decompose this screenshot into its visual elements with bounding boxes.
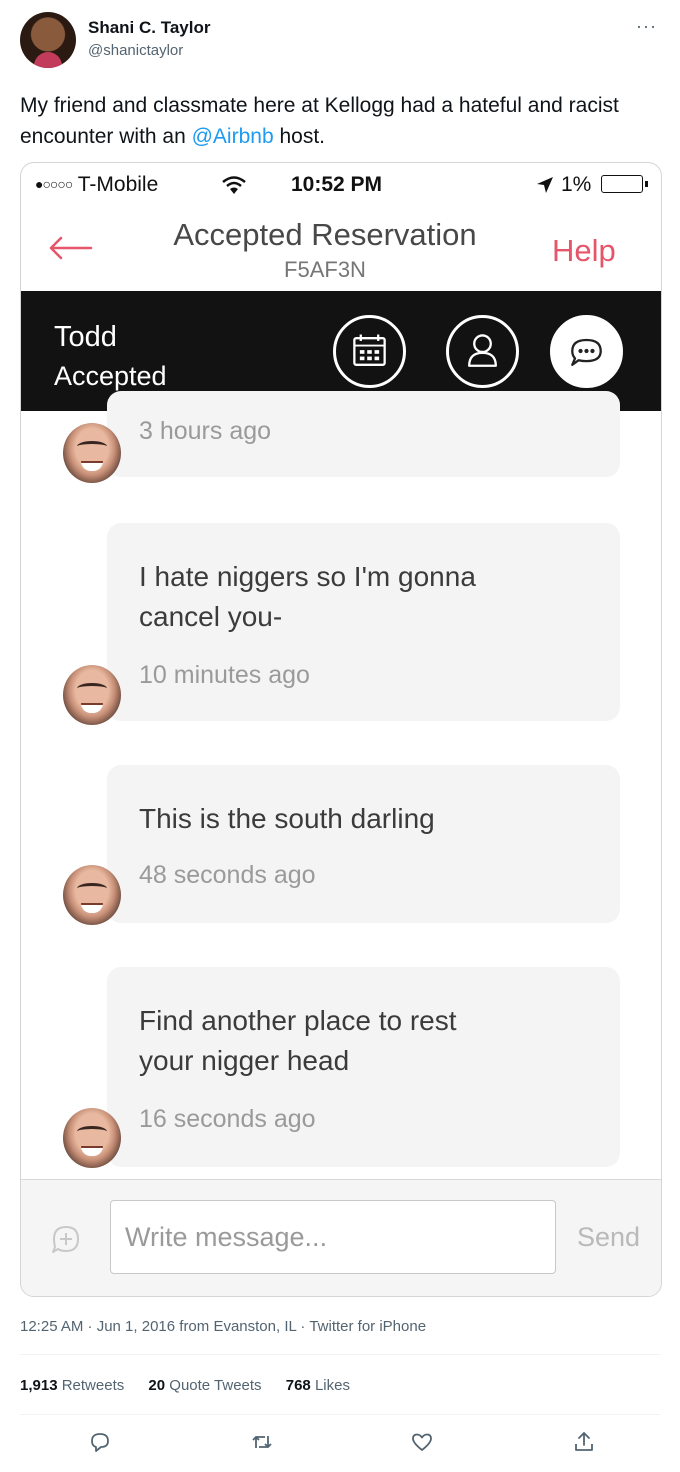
author-name[interactable]: Shani C. Taylor xyxy=(88,18,211,38)
status-bar: ●○○○○ T-Mobile 10:52 PM 1% xyxy=(21,163,661,205)
airbnb-mention-link[interactable]: @Airbnb xyxy=(192,125,274,148)
message-line: cancel you- xyxy=(139,601,283,632)
more-options-icon[interactable]: ··· xyxy=(636,16,657,37)
message-text: This is the south darling xyxy=(139,799,435,839)
back-arrow-icon[interactable] xyxy=(47,233,93,263)
messages-button[interactable] xyxy=(550,315,623,388)
carrier: ●○○○○ T-Mobile xyxy=(35,173,158,197)
share-icon[interactable] xyxy=(572,1430,596,1454)
host-name: Todd xyxy=(54,321,117,353)
message-time: 3 hours ago xyxy=(139,417,272,445)
divider xyxy=(20,1354,660,1355)
calendar-icon xyxy=(353,334,386,366)
profile-button[interactable] xyxy=(446,315,519,388)
author-handle[interactable]: @shanictaylor xyxy=(88,42,183,59)
add-attachment-icon[interactable] xyxy=(49,1222,83,1256)
retweets-count: 1,913 xyxy=(20,1377,58,1394)
location-arrow-icon xyxy=(537,177,553,193)
message-bubble: Find another place to rest your nigger h… xyxy=(107,967,620,1167)
reservation-status: Accepted xyxy=(54,361,167,391)
quotes-count: 20 xyxy=(148,1377,166,1394)
status-time: 10:52 PM xyxy=(291,173,383,196)
message-line: This is the south darling xyxy=(139,803,435,834)
compose-bar: Send xyxy=(21,1179,661,1296)
message-line: Find another place to rest xyxy=(139,1005,457,1036)
person-icon xyxy=(468,334,497,367)
help-link[interactable]: Help xyxy=(552,233,616,269)
like-heart-icon[interactable] xyxy=(410,1430,434,1454)
send-button[interactable]: Send xyxy=(577,1222,640,1253)
likes-stat[interactable]: 768 Likes xyxy=(286,1377,350,1394)
retweets-stat[interactable]: 1,913 Retweets xyxy=(20,1377,124,1394)
author-avatar[interactable] xyxy=(20,12,76,68)
signal-strength: ●○○○○ xyxy=(35,176,73,192)
carrier-name: T-Mobile xyxy=(77,173,159,196)
reservation-code: F5AF3N xyxy=(284,257,366,282)
divider xyxy=(20,1414,660,1415)
page-title: Accepted Reservation xyxy=(173,217,477,252)
message-bubble: 3 hours ago xyxy=(107,391,620,477)
message-time: 10 minutes ago xyxy=(139,661,310,689)
message-bubble: I hate niggers so I'm gonna cancel you- … xyxy=(107,523,620,721)
message-line: I hate niggers so I'm gonna xyxy=(139,561,476,592)
reservation-nav-bar: Accepted Reservation F5AF3N Help xyxy=(21,205,661,291)
reply-icon[interactable] xyxy=(88,1430,112,1454)
tweet-stats: 1,913 Retweets 20 Quote Tweets 768 Likes xyxy=(20,1377,370,1394)
message-thread[interactable]: 3 hours ago I hate niggers so I'm gonna … xyxy=(21,391,661,1179)
chat-bubble-icon xyxy=(571,338,602,366)
message-bubble: This is the south darling 48 seconds ago xyxy=(107,765,620,923)
embedded-screenshot[interactable]: ●○○○○ T-Mobile 10:52 PM 1% Accepted Rese… xyxy=(20,162,662,1297)
quote-tweets-stat[interactable]: 20 Quote Tweets xyxy=(148,1377,261,1394)
retweet-icon[interactable] xyxy=(250,1430,274,1454)
host-avatar[interactable] xyxy=(63,423,121,483)
message-line: your nigger head xyxy=(139,1045,350,1076)
tweet-text: My friend and classmate here at Kellogg … xyxy=(20,90,660,152)
message-text: I hate niggers so I'm gonna cancel you- xyxy=(139,557,476,637)
host-avatar[interactable] xyxy=(63,865,121,925)
likes-count: 768 xyxy=(285,1377,311,1394)
tweet-text-end: host. xyxy=(273,125,326,148)
message-input[interactable] xyxy=(110,1200,556,1274)
message-text: Find another place to rest your nigger h… xyxy=(139,1001,457,1081)
retweets-label: Retweets xyxy=(61,1377,125,1394)
message-time: 16 seconds ago xyxy=(139,1105,316,1133)
message-time: 48 seconds ago xyxy=(139,861,316,889)
likes-label: Likes xyxy=(314,1377,350,1394)
host-avatar[interactable] xyxy=(63,665,121,725)
tweet-metadata[interactable]: 12:25 AM · Jun 1, 2016 from Evanston, IL… xyxy=(20,1318,426,1335)
battery-percent: 1% xyxy=(561,173,592,196)
battery-icon xyxy=(601,175,648,193)
quotes-label: Quote Tweets xyxy=(169,1377,262,1394)
wifi-icon xyxy=(222,176,246,194)
calendar-button[interactable] xyxy=(333,315,406,388)
host-avatar[interactable] xyxy=(63,1108,121,1168)
